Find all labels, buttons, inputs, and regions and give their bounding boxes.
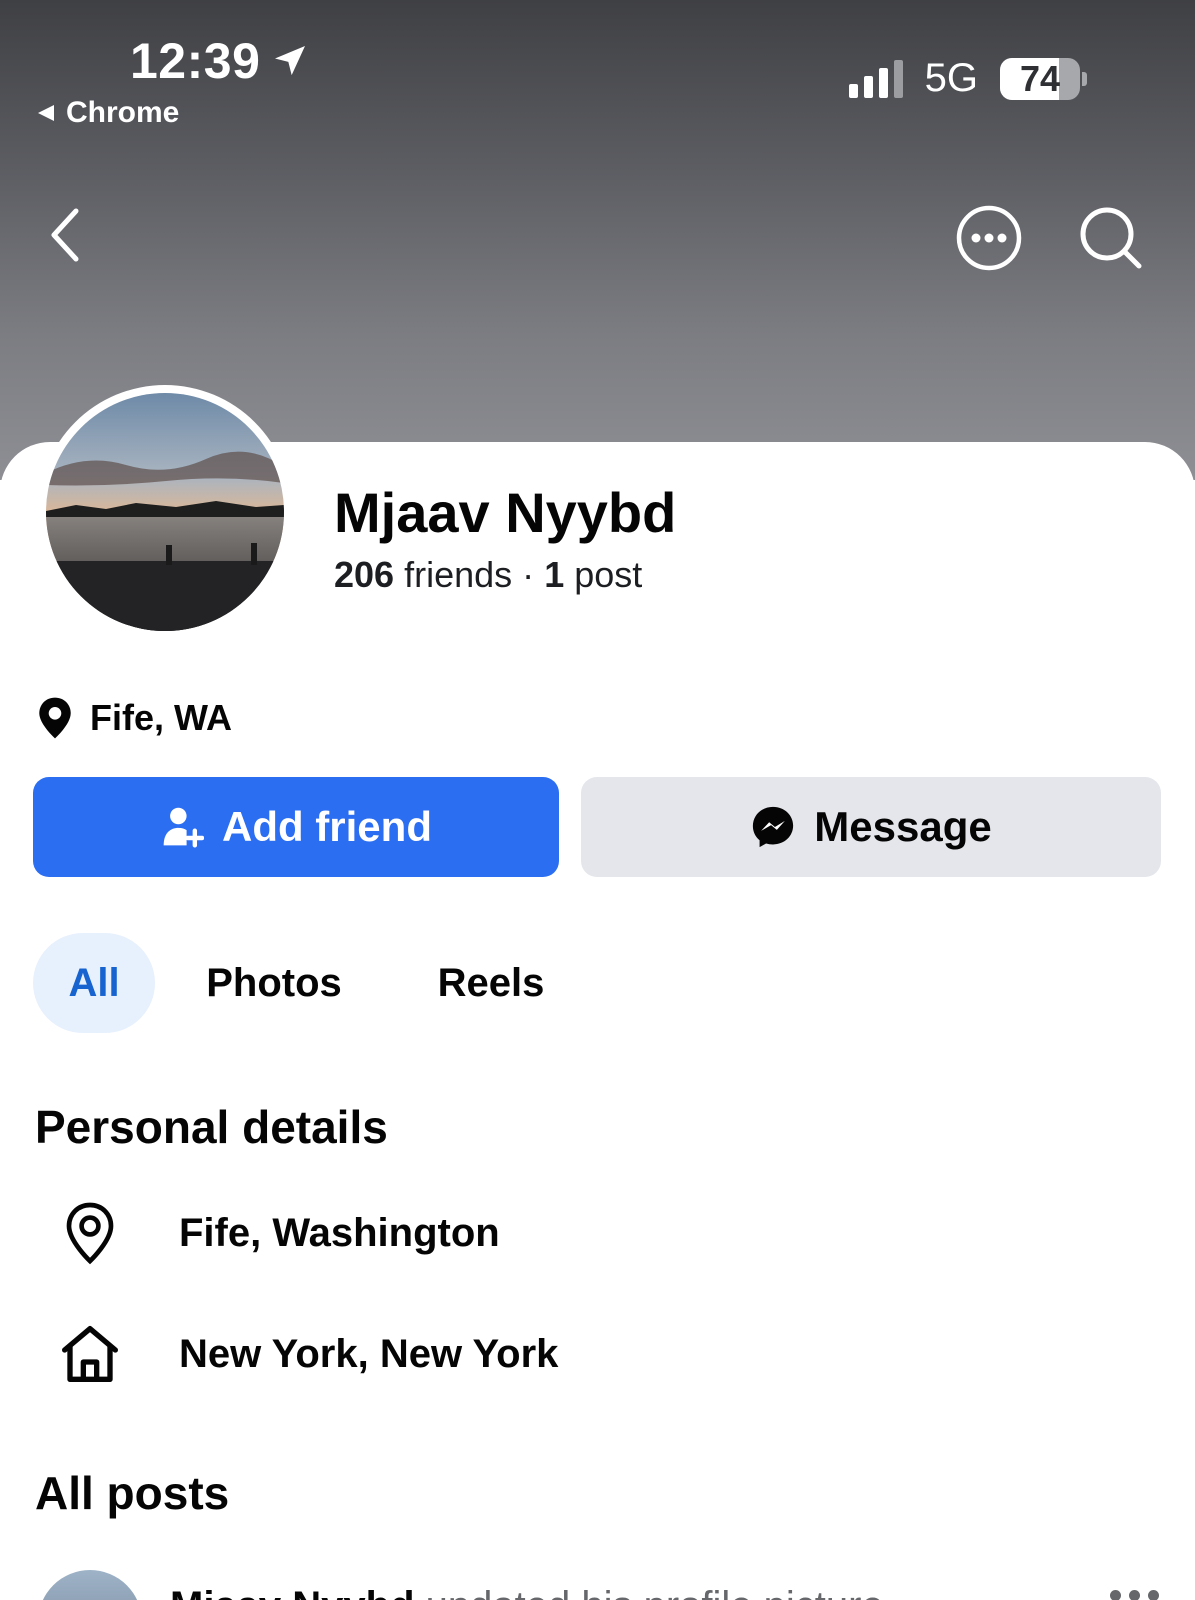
- profile-screen: 12:39 Chrome 5G 74 Mjaav Nyybd 206 frien…: [0, 0, 1195, 1600]
- home-icon: [62, 1326, 118, 1382]
- tab-all[interactable]: All: [33, 933, 155, 1033]
- search-icon: [1080, 207, 1142, 269]
- friends-count: 206: [334, 554, 395, 595]
- tab-reels[interactable]: Reels: [431, 933, 551, 1033]
- location-text: Fife, WA: [90, 697, 232, 738]
- add-friend-label: Add friend: [222, 803, 432, 850]
- battery-icon: 74: [1000, 57, 1087, 100]
- messenger-icon: [753, 806, 794, 848]
- post-author[interactable]: Mjaav Nyybd: [170, 1584, 415, 1600]
- current-city-text: Fife, Washington: [179, 1210, 500, 1255]
- back-app-label: Chrome: [66, 96, 180, 129]
- message-label: Message: [814, 803, 992, 850]
- tab-photos[interactable]: Photos: [199, 933, 349, 1033]
- post-item[interactable]: Mjaav Nyybd updated his profile picture.: [38, 1570, 895, 1600]
- clock-text: 12:39: [130, 33, 261, 89]
- search-button[interactable]: [1078, 205, 1144, 276]
- location-pin-filled-icon: [39, 697, 71, 739]
- signal-icon: [848, 59, 903, 98]
- detail-row-current-city: Fife, Washington: [55, 1200, 500, 1266]
- stats-separator: ·: [522, 554, 535, 595]
- more-options-button[interactable]: [956, 205, 1022, 276]
- post-options-button[interactable]: [1110, 1590, 1159, 1600]
- hometown-text: New York, New York: [179, 1331, 559, 1376]
- add-friend-button[interactable]: Add friend: [33, 777, 559, 877]
- add-person-icon: [163, 807, 204, 848]
- avatar-sunset-image: [46, 393, 284, 631]
- back-to-app[interactable]: Chrome: [36, 96, 179, 130]
- network-label: 5G: [924, 56, 978, 100]
- status-time: 12:39: [130, 32, 310, 90]
- location-row: Fife, WA: [36, 696, 232, 740]
- profile-name: Mjaav Nyybd: [334, 481, 677, 544]
- post-action: updated his profile picture.: [426, 1584, 895, 1600]
- post-avatar[interactable]: [38, 1570, 142, 1600]
- post-header-text: Mjaav Nyybd updated his profile picture.: [170, 1584, 895, 1600]
- all-posts-heading: All posts: [35, 1467, 230, 1519]
- posts-label: post: [574, 554, 643, 595]
- location-pin-icon: [66, 1202, 114, 1265]
- friends-label[interactable]: friends: [404, 554, 512, 595]
- personal-details-heading: Personal details: [35, 1101, 388, 1153]
- profile-avatar[interactable]: [38, 385, 292, 639]
- message-button[interactable]: Message: [581, 777, 1161, 877]
- back-button[interactable]: [46, 205, 86, 270]
- detail-row-hometown: New York, New York: [55, 1322, 558, 1386]
- posts-count: 1: [544, 554, 565, 595]
- chevron-left-icon: [51, 208, 79, 262]
- location-arrow-icon: [275, 46, 306, 76]
- back-triangle-icon: [38, 105, 54, 121]
- more-icon: [956, 205, 1022, 271]
- profile-stats: 206 friends · 1 post: [334, 554, 642, 596]
- status-indicators: 5G 74: [848, 56, 1087, 101]
- battery-percent: 74: [1019, 57, 1061, 99]
